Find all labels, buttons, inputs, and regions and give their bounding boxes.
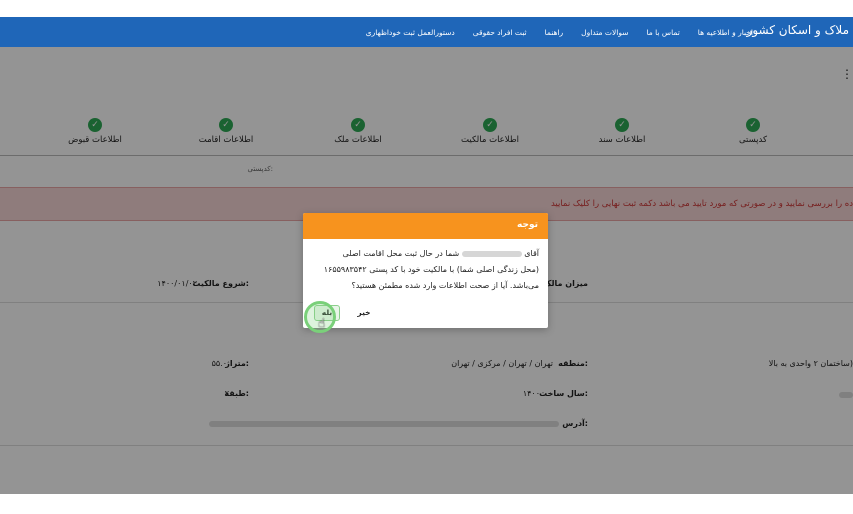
hand-cursor-icon: ☝ <box>318 316 326 330</box>
dialog-message: آقای شما در حال ثبت محل اقامت اصلی (محل … <box>311 246 539 294</box>
nav-contact[interactable]: تماس با ما <box>646 28 679 37</box>
bottom-strip <box>0 494 853 514</box>
top-navbar: ملاک و اسکان کشور اخبار و اطلاعیه ها تما… <box>0 17 853 47</box>
dialog-text: شما در حال ثبت محل اقامت اصلی <box>342 249 460 258</box>
dialog-line-1: آقای شما در حال ثبت محل اقامت اصلی <box>311 246 539 262</box>
nav-news[interactable]: اخبار و اطلاعیه ها <box>698 28 753 37</box>
confirm-dialog: توجه آقای شما در حال ثبت محل اقامت اصلی … <box>303 213 548 328</box>
nav-help[interactable]: راهنما <box>545 28 564 37</box>
nav-menu: اخبار و اطلاعیه ها تماس با ما سوالات متد… <box>366 17 753 47</box>
no-button[interactable]: خیر <box>351 305 377 321</box>
nav-faq[interactable]: سوالات متداول <box>581 28 628 37</box>
dialog-header: توجه <box>303 213 548 239</box>
blurred-name <box>461 250 522 257</box>
dialog-text: آقای <box>524 249 539 258</box>
site-brand[interactable]: ملاک و اسکان کشور <box>747 23 849 37</box>
dialog-title: توجه <box>517 220 538 230</box>
top-strip <box>0 0 853 17</box>
nav-guideline[interactable]: دستورالعمل ثبت خوداظهاری <box>366 28 455 37</box>
dialog-line-3: می‌باشد. آیا از صحت اطلاعات وارد شده مطم… <box>351 281 539 290</box>
dialog-line-2: (محل زندگی اصلی شما) با مالکیت خود با کد… <box>323 265 539 274</box>
nav-legal-register[interactable]: ثبت افراد حقوقی <box>473 28 527 37</box>
